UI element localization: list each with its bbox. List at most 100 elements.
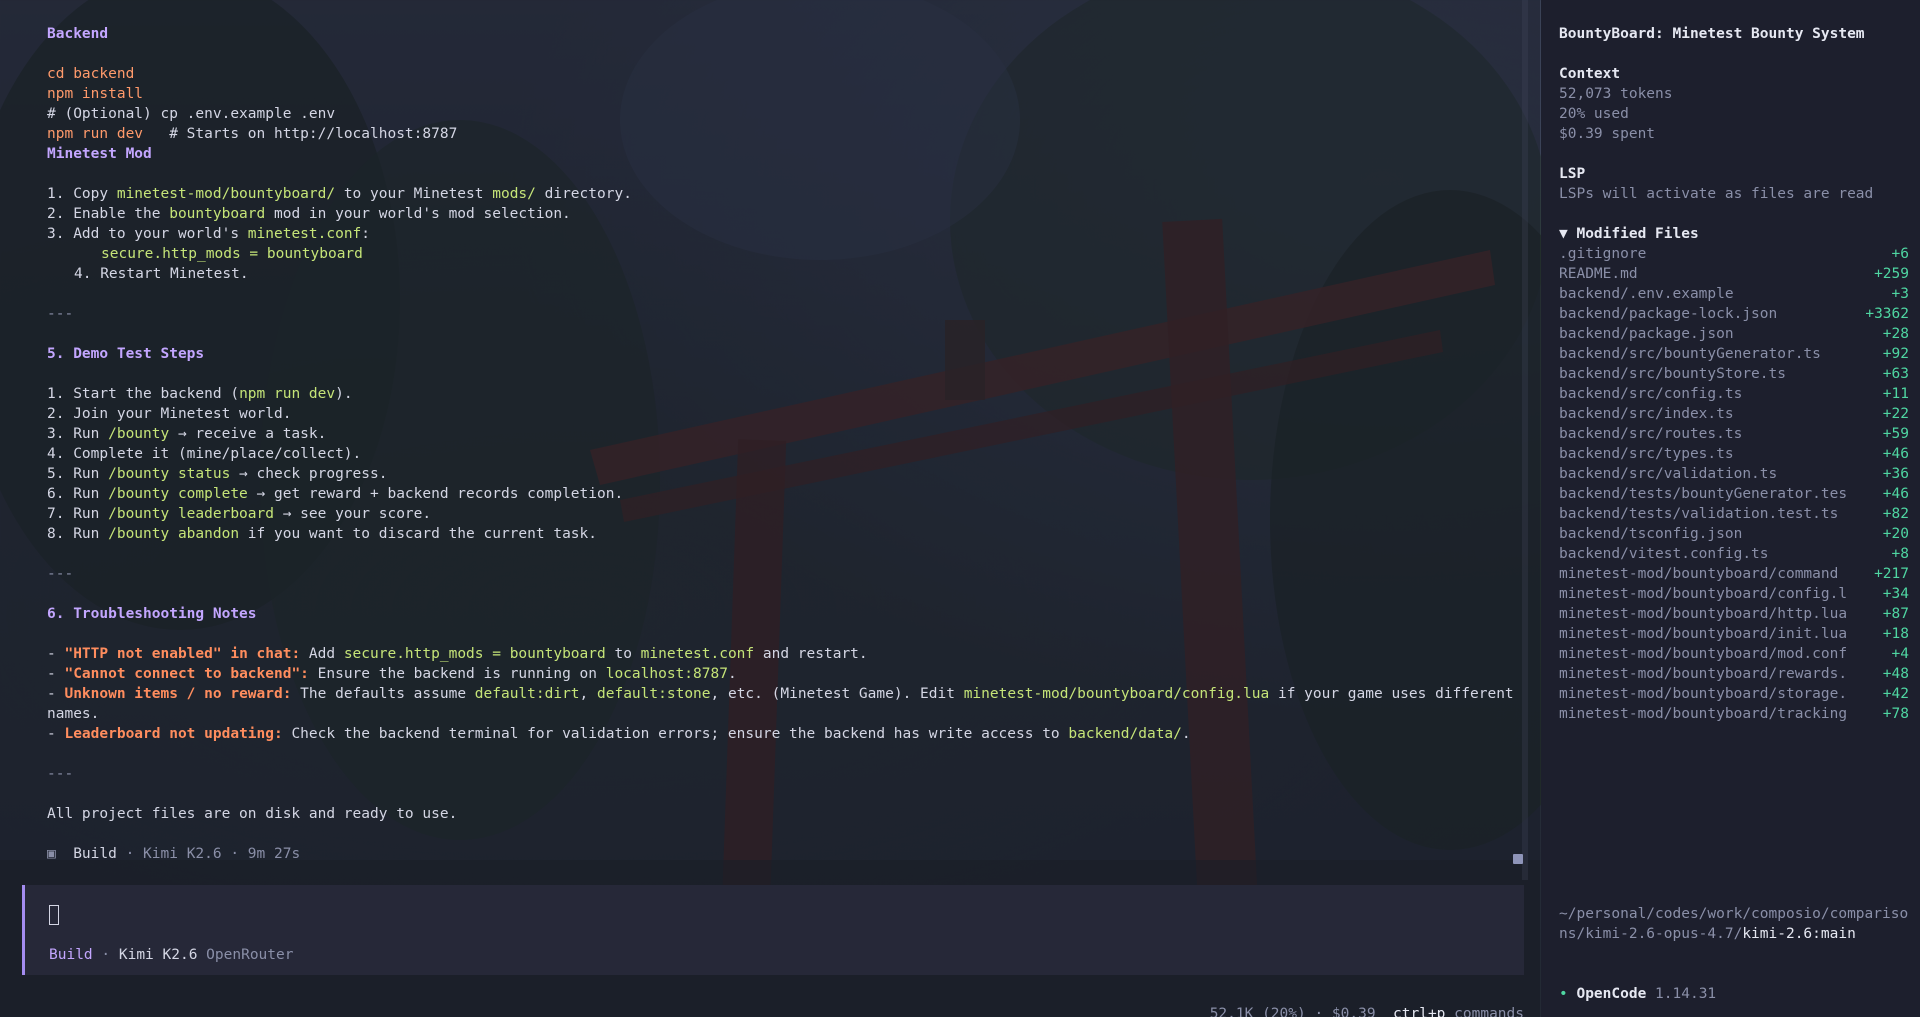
modified-file-row[interactable]: backend/package.json +28 [1559, 324, 1909, 344]
modified-file-row[interactable]: backend/src/types.ts +46 [1559, 444, 1909, 464]
file-name: backend/src/config.ts [1559, 386, 1743, 402]
file-name: backend/src/bountyGenerator.ts [1559, 346, 1821, 362]
list-item: 3. Add to your world's minetest.conf: [47, 226, 371, 242]
file-name: minetest-mod/bountyboard/http.lua [1559, 606, 1848, 622]
modified-file-row[interactable]: backend/src/index.ts +22 [1559, 404, 1909, 424]
file-name: .gitignore [1559, 246, 1647, 262]
lines-added: +59 [1882, 426, 1909, 442]
lines-added: +42 [1882, 686, 1909, 702]
modified-file-row[interactable]: backend/tests/bountyGenerator.tes +46 [1559, 484, 1909, 504]
provider-name: OpenRouter [206, 947, 294, 963]
modified-file-row[interactable]: backend/.env.example +3 [1559, 284, 1909, 304]
list-item: - Unknown items / no reward: The default… [47, 686, 1514, 722]
modified-file-row[interactable]: minetest-mod/bountyboard/rewards. +48 [1559, 664, 1909, 684]
file-name: backend/tsconfig.json [1559, 526, 1743, 542]
demo-heading: 5. Demo Test Steps [47, 346, 205, 362]
list-item: 7. Run /bounty leaderboard → see your sc… [47, 506, 432, 522]
modified-file-row[interactable]: minetest-mod/bountyboard/tracking +78 [1559, 704, 1909, 724]
modified-file-row[interactable]: minetest-mod/bountyboard/storage. +42 [1559, 684, 1909, 704]
command-line: npm install [47, 86, 144, 102]
command-line: npm run dev # Starts on http://localhost… [47, 126, 458, 142]
token-count: 52,073 tokens [1559, 86, 1673, 102]
file-name: backend/tests/bountyGenerator.tes [1559, 486, 1848, 502]
file-name: minetest-mod/bountyboard/init.lua [1559, 626, 1848, 642]
usage-percent: 20% used [1559, 106, 1629, 122]
file-name: backend/tests/validation.test.ts [1559, 506, 1839, 522]
divider: --- [47, 566, 74, 582]
list-item: 3. Run /bounty → receive a task. [47, 426, 327, 442]
modified-file-row[interactable]: minetest-mod/bountyboard/init.lua +18 [1559, 624, 1909, 644]
lines-added: +22 [1882, 406, 1909, 422]
agent-mode[interactable]: Build [49, 947, 93, 963]
code-line: secure.http_mods = bountyboard [101, 246, 363, 262]
list-item: 1. Copy minetest-mod/bountyboard/ to you… [47, 186, 632, 202]
file-name: backend/package.json [1559, 326, 1734, 342]
modified-file-row[interactable]: backend/src/bountyStore.ts +63 [1559, 364, 1909, 384]
list-item: 8. Run /bounty abandon if you want to di… [47, 526, 597, 542]
minetest-mod-heading: Minetest Mod [47, 146, 152, 162]
build-label: Build [73, 846, 117, 862]
file-name: backend/src/index.ts [1559, 406, 1734, 422]
lines-added: +3 [1891, 286, 1909, 302]
lsp-status: LSPs will activate as files are read [1559, 186, 1874, 202]
lsp-heading: LSP [1559, 166, 1586, 182]
lines-added: +34 [1882, 586, 1909, 602]
lines-added: +20 [1882, 526, 1909, 542]
lines-added: +78 [1882, 706, 1909, 722]
model-name[interactable]: Kimi K2.6 [119, 947, 198, 963]
modified-file-row[interactable]: backend/src/bountyGenerator.ts +92 [1559, 344, 1909, 364]
modified-files-list: .gitignore +6 README.md +259 backend/.env.ex… [1559, 244, 1909, 724]
file-name: minetest-mod/bountyboard/storage. [1559, 686, 1848, 702]
file-name: minetest-mod/bountyboard/mod.conf [1559, 646, 1848, 662]
modified-file-row[interactable]: backend/src/routes.ts +59 [1559, 424, 1909, 444]
modified-file-row[interactable]: backend/vitest.config.ts +8 [1559, 544, 1909, 564]
modified-file-row[interactable]: minetest-mod/bountyboard/http.lua +87 [1559, 604, 1909, 624]
workspace-path: ~/personal/codes/work/composio/compariso… [1559, 906, 1909, 942]
backend-heading: Backend [47, 26, 109, 42]
troubleshooting-heading: 6. Troubleshooting Notes [47, 606, 257, 622]
modified-file-row[interactable]: backend/src/validation.ts +36 [1559, 464, 1909, 484]
comment-line: # (Optional) cp .env.example .env [47, 106, 336, 122]
modified-file-row[interactable]: backend/tests/validation.test.ts +82 [1559, 504, 1909, 524]
usage-summary: 52.1K (20%) · $0.39 [1209, 1006, 1376, 1017]
file-name: backend/.env.example [1559, 286, 1734, 302]
lines-added: +3362 [1865, 306, 1909, 322]
modified-file-row[interactable]: minetest-mod/bountyboard/mod.conf +4 [1559, 644, 1909, 664]
file-name: minetest-mod/bountyboard/tracking [1559, 706, 1848, 722]
file-name: minetest-mod/bountyboard/rewards. [1559, 666, 1848, 682]
divider: --- [47, 766, 74, 782]
command-line: cd backend [47, 66, 135, 82]
modified-file-row[interactable]: README.md +259 [1559, 264, 1909, 284]
lines-added: +46 [1882, 446, 1909, 462]
build-meta: · Kimi K2.6 · 9m 27s [116, 846, 301, 862]
list-item: 2. Join your Minetest world. [47, 406, 292, 422]
lines-added: +8 [1891, 546, 1909, 562]
lines-added: +11 [1882, 386, 1909, 402]
file-name: backend/package-lock.json [1559, 306, 1778, 322]
list-item: - Leaderboard not updating: Check the ba… [47, 726, 1191, 742]
input-footer: Build · Kimi K2.6 OpenRouter [49, 947, 294, 963]
sidebar: BountyBoard: Minetest Bounty System Cont… [1541, 0, 1920, 1017]
list-item: 2. Enable the bountyboard mod in your wo… [47, 206, 571, 222]
lines-added: +4 [1891, 646, 1909, 662]
modified-files-toggle[interactable]: ▼ Modified Files [1559, 224, 1909, 244]
modified-file-row[interactable]: backend/tsconfig.json +20 [1559, 524, 1909, 544]
lines-added: +217 [1874, 566, 1909, 582]
file-name: backend/src/routes.ts [1559, 426, 1743, 442]
file-name: README.md [1559, 266, 1638, 282]
modified-file-row[interactable]: backend/package-lock.json +3362 [1559, 304, 1909, 324]
build-status: ▣ Build · Kimi K2.6 · 9m 27s [47, 844, 1527, 864]
lines-added: +92 [1882, 346, 1909, 362]
modified-file-row[interactable]: minetest-mod/bountyboard/command +217 [1559, 564, 1909, 584]
modified-file-row[interactable]: backend/src/config.ts +11 [1559, 384, 1909, 404]
modified-file-row[interactable]: minetest-mod/bountyboard/config.l +34 [1559, 584, 1909, 604]
chat-transcript: Backend cd backend npm install # (Option… [47, 24, 1527, 864]
list-item: - "HTTP not enabled" in chat: Add secure… [47, 646, 868, 662]
list-item: 6. Run /bounty complete → get reward + b… [47, 486, 624, 502]
prompt-input[interactable]: Build · Kimi K2.6 OpenRouter [22, 885, 1524, 975]
lines-added: +46 [1882, 486, 1909, 502]
list-item: 1. Start the backend (npm run dev). [47, 386, 353, 402]
modified-file-row[interactable]: .gitignore +6 [1559, 244, 1909, 264]
commands-shortcut[interactable]: ctrl+p [1393, 1006, 1445, 1017]
list-item: 5. Run /bounty status → check progress. [47, 466, 388, 482]
